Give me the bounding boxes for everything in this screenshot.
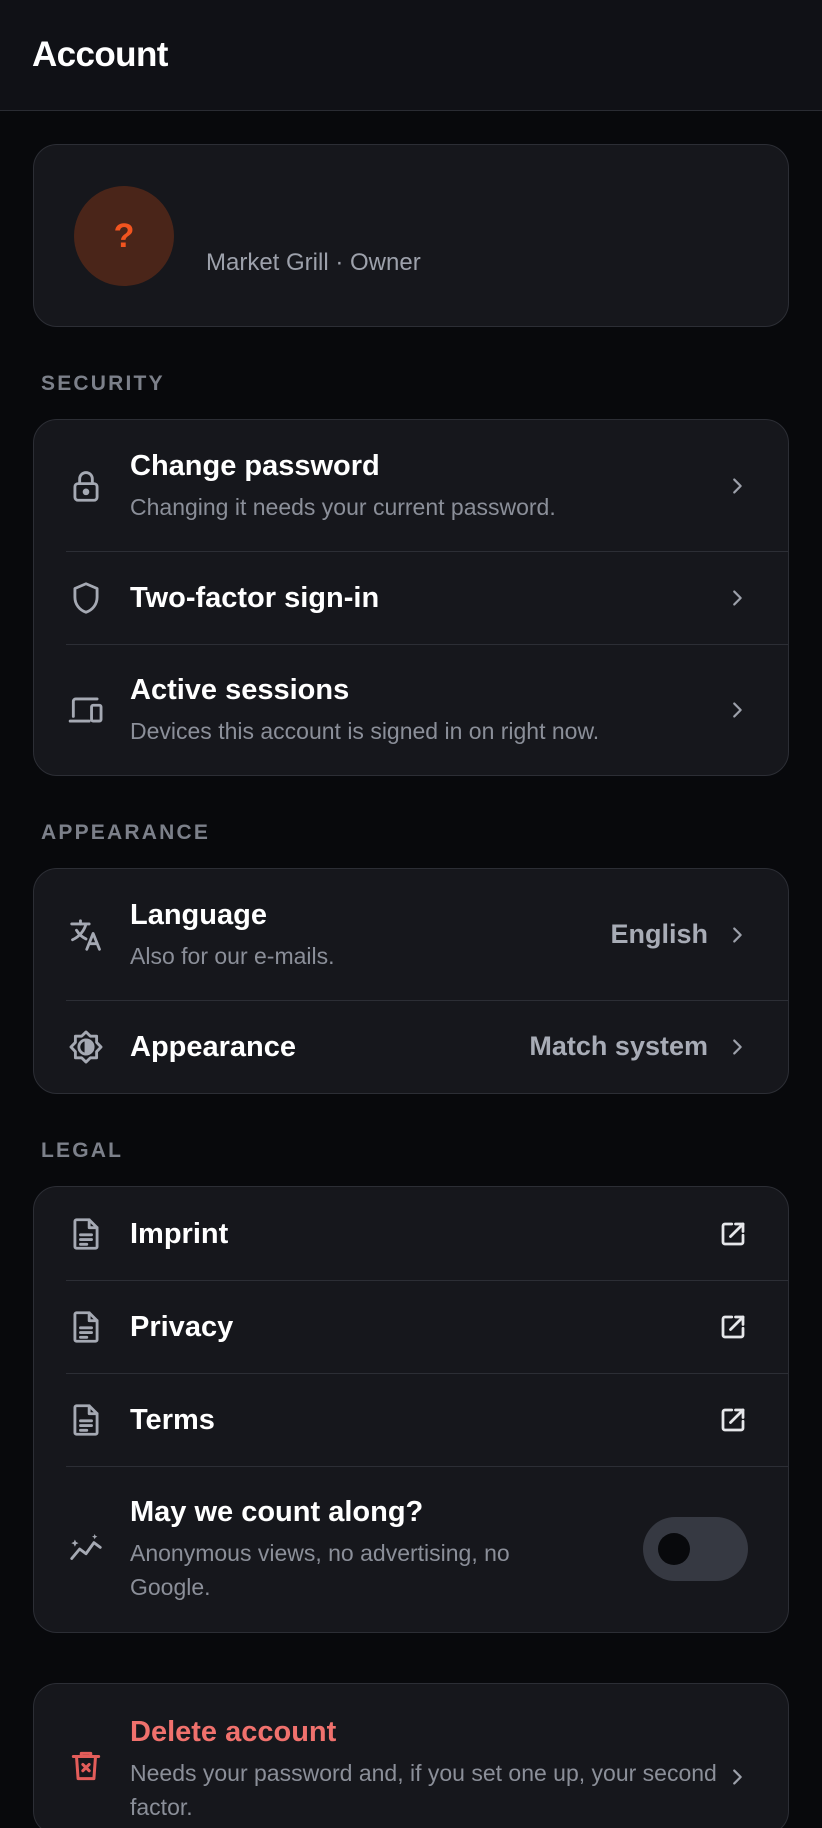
row-title: Privacy — [130, 1310, 234, 1343]
row-title: Change password — [130, 449, 380, 482]
external-link-icon — [721, 1222, 745, 1245]
chevron-right-icon — [733, 1769, 742, 1785]
privacy-row[interactable]: Privacy — [34, 1280, 788, 1373]
active-sessions-row[interactable]: Active sessions Devices this account is … — [34, 644, 788, 775]
chevron-right-icon — [733, 477, 742, 494]
two-factor-row[interactable]: Two-factor sign-in — [34, 551, 788, 644]
terms-row[interactable]: Terms — [34, 1373, 788, 1466]
legal-card: Imprint Privacy Terms May we count along… — [33, 1186, 789, 1633]
row-title: Imprint — [130, 1217, 229, 1250]
row-title: Language — [130, 898, 267, 931]
section-label-legal: Legal — [41, 1139, 124, 1162]
row-title: Delete account — [130, 1716, 337, 1748]
top-bar: Account — [0, 0, 822, 111]
profile-card: ? Market Grill · Owner — [33, 144, 789, 327]
account-screen: Account ? Market Grill · Owner Security … — [0, 0, 822, 1828]
page-title: Account — [32, 35, 168, 74]
section-label-security: Security — [41, 372, 165, 395]
row-subtitle: Also for our e-mails. — [130, 942, 335, 969]
external-link-icon — [721, 1408, 745, 1431]
settings-content: ? Market Grill · Owner Security Change p… — [0, 111, 822, 1828]
analytics-consent-row: May we count along? Anonymous views, no … — [34, 1466, 788, 1632]
change-password-row[interactable]: Change password Changing it needs your c… — [34, 420, 788, 551]
appearance-card: Language Also for our e-mails. English A… — [33, 868, 789, 1094]
translate-icon — [66, 915, 106, 955]
appearance-row[interactable]: Appearance Match system — [34, 1000, 788, 1093]
analytics-icon — [66, 1529, 106, 1569]
language-row[interactable]: Language Also for our e-mails. English — [34, 869, 788, 1000]
external-link-icon — [721, 1315, 745, 1338]
row-title: Active sessions — [130, 673, 350, 706]
document-icon — [66, 1307, 106, 1347]
row-subtitle: Anonymous views, no advertising, no Goog… — [130, 1540, 510, 1600]
row-title: Terms — [130, 1403, 215, 1436]
document-icon — [66, 1400, 106, 1440]
shield-icon — [66, 578, 106, 618]
avatar: ? — [74, 186, 174, 286]
trash-icon — [66, 1746, 106, 1786]
chevron-right-icon — [733, 701, 742, 718]
toggle-knob — [658, 1533, 690, 1565]
lock-icon — [66, 466, 106, 506]
imprint-row[interactable]: Imprint — [34, 1187, 788, 1280]
security-card: Change password Changing it needs your c… — [33, 419, 789, 776]
chevron-right-icon — [733, 1038, 742, 1055]
row-subtitle: Devices this account is signed in on rig… — [130, 717, 600, 744]
avatar-placeholder-glyph: ? — [113, 216, 135, 255]
devices-icon — [66, 690, 106, 730]
row-subtitle: Needs your password and, if you set one … — [130, 1760, 717, 1820]
chevron-right-icon — [733, 589, 742, 606]
analytics-toggle[interactable] — [643, 1517, 748, 1581]
language-value: English — [610, 919, 708, 949]
danger-card: Delete account Needs your password and, … — [33, 1683, 789, 1828]
profile-business-role: Market Grill · Owner — [206, 249, 421, 276]
appearance-value: Match system — [529, 1031, 708, 1061]
section-label-appearance: Appearance — [41, 821, 211, 844]
document-icon — [66, 1214, 106, 1254]
delete-account-row[interactable]: Delete account Needs your password and, … — [34, 1684, 788, 1828]
row-title: Appearance — [130, 1030, 297, 1063]
row-title: May we count along? — [130, 1496, 424, 1528]
chevron-right-icon — [733, 926, 742, 943]
row-title: Two-factor sign-in — [130, 581, 380, 614]
row-subtitle: Changing it needs your current password. — [130, 493, 556, 520]
brightness-icon — [66, 1027, 106, 1067]
